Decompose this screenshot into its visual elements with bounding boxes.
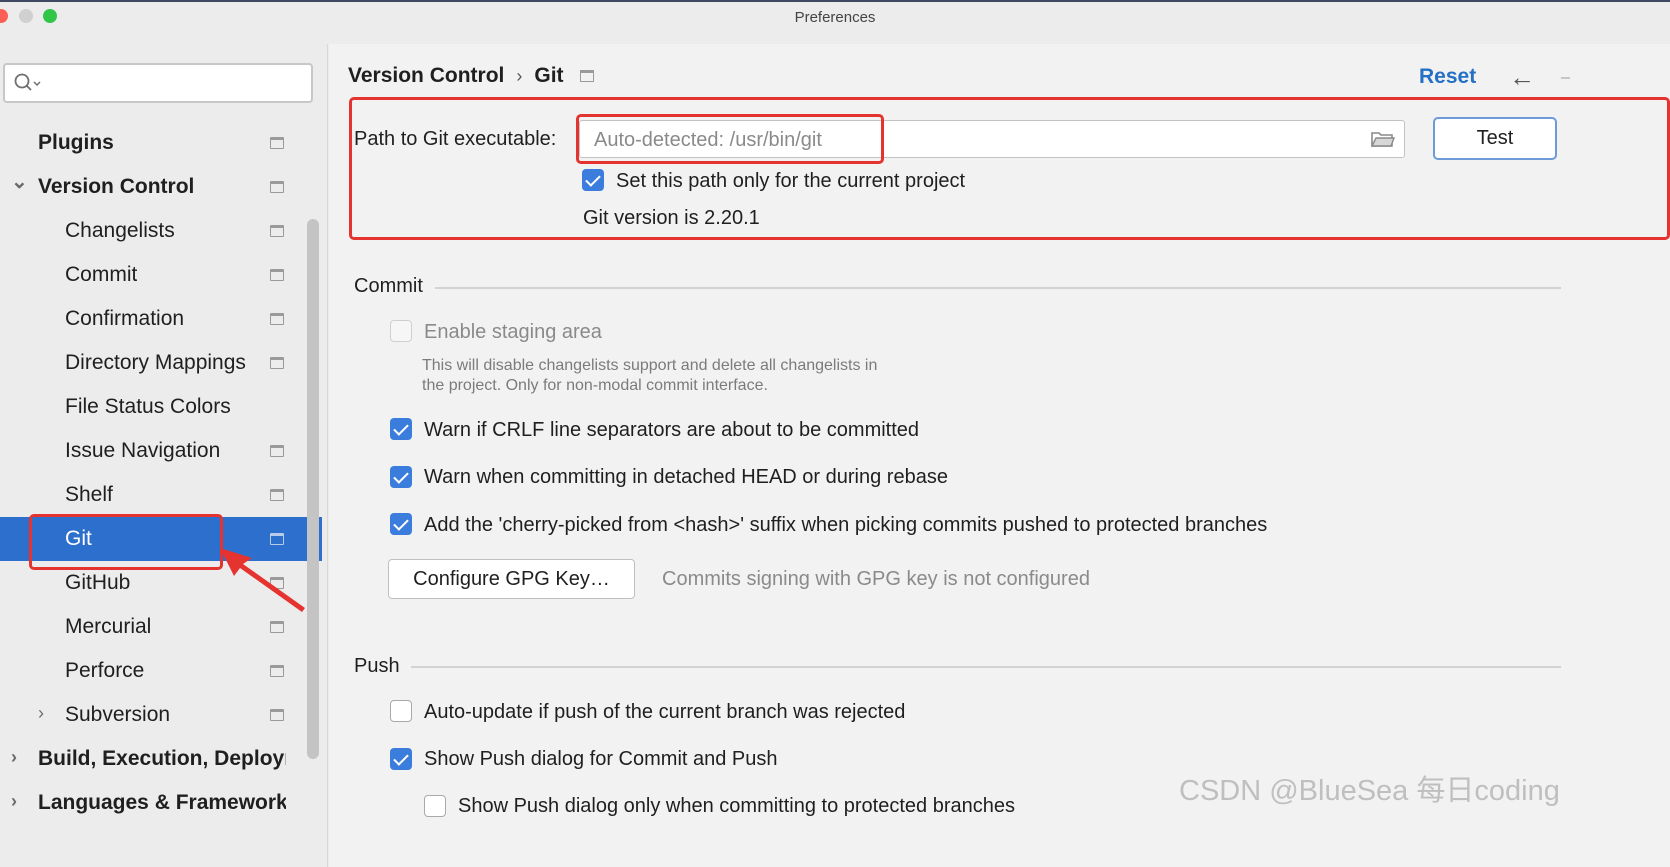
search-icon	[14, 73, 41, 91]
project-level-icon	[270, 313, 284, 325]
project-level-icon	[270, 225, 284, 237]
sidebar-item-label: Subversion	[65, 703, 171, 726]
sidebar-item-issue-navigation[interactable]: Issue Navigation	[0, 429, 322, 473]
sidebar-item-label: Git	[65, 527, 92, 550]
sidebar-item-languages-frameworks[interactable]: › Languages & Frameworks	[0, 781, 322, 825]
protected-only-label: Show Push dialog only when committing to…	[458, 795, 1015, 817]
sidebar-item-directory-mappings[interactable]: Directory Mappings	[0, 341, 322, 385]
folder-icon[interactable]	[1371, 130, 1395, 148]
breadcrumb-separator: ›	[516, 65, 523, 86]
show-push-dialog-label: Show Push dialog for Commit and Push	[424, 748, 778, 770]
forward-arrow-icon[interactable]: →	[1556, 61, 1570, 89]
staging-area-help-line-1: This will disable changelists support an…	[422, 357, 878, 374]
current-project-checkbox[interactable]	[582, 169, 604, 191]
sidebar-item-label: Version Control	[38, 175, 195, 198]
git-version-text: Git version is 2.20.1	[583, 207, 760, 229]
staging-area-help-line-2: the project. Only for non-modal commit i…	[422, 377, 768, 394]
sidebar-item-label: Shelf	[65, 483, 113, 506]
protected-only-checkbox[interactable]	[424, 795, 446, 817]
chevron-right-icon[interactable]: ›	[38, 703, 44, 724]
project-level-icon	[270, 445, 284, 457]
project-level-icon	[270, 709, 284, 721]
reset-link[interactable]: Reset	[1419, 65, 1476, 89]
project-level-icon	[270, 489, 284, 501]
sidebar-item-label: Changelists	[65, 219, 175, 242]
settings-content: Version Control › Git Reset ← → Path to …	[329, 44, 1670, 867]
git-path-input[interactable]: Auto-detected: /usr/bin/git	[579, 120, 1405, 158]
project-level-icon	[270, 269, 284, 281]
sidebar-item-plugins[interactable]: Plugins	[0, 121, 322, 165]
sidebar-scrollbar[interactable]	[307, 219, 319, 759]
project-level-icon	[579, 70, 594, 82]
sidebar-item-label: Build, Execution, Deploym	[38, 747, 286, 770]
sidebar-item-label: Confirmation	[65, 307, 185, 330]
chevron-right-icon[interactable]: ›	[11, 791, 17, 812]
commit-section-title: Commit	[354, 275, 423, 297]
push-section-title: Push	[354, 655, 400, 677]
auto-update-checkbox[interactable]	[390, 700, 412, 722]
test-button[interactable]: Test	[1433, 117, 1557, 160]
settings-sidebar: Plugins ⌄ Version Control Changelists Commit…	[0, 44, 328, 867]
sidebar-item-label: Issue Navigation	[65, 439, 221, 462]
sidebar-item-label: Languages & Frameworks	[38, 791, 286, 814]
auto-update-label: Auto-update if push of the current branc…	[424, 701, 906, 723]
sidebar-item-perforce[interactable]: Perforce	[0, 649, 322, 693]
project-level-icon	[270, 137, 284, 149]
project-level-icon	[270, 357, 284, 369]
sidebar-item-changelists[interactable]: Changelists	[0, 209, 322, 253]
git-path-label: Path to Git executable:	[354, 128, 557, 150]
commit-section-divider	[435, 287, 1561, 289]
configure-gpg-key-button[interactable]: Configure GPG Key…	[388, 559, 635, 599]
current-project-label: Set this path only for the current proje…	[616, 170, 966, 192]
sidebar-item-label: GitHub	[65, 571, 131, 594]
crlf-warning-checkbox[interactable]	[390, 418, 412, 440]
chevron-right-icon[interactable]: ›	[11, 747, 17, 768]
sidebar-item-label: Commit	[65, 263, 138, 286]
detached-head-warning-checkbox[interactable]	[390, 466, 412, 488]
project-level-icon	[270, 621, 284, 633]
push-section-divider	[411, 666, 1561, 668]
settings-search-input[interactable]	[3, 63, 313, 103]
gpg-status-text: Commits signing with GPG key is not conf…	[662, 568, 1090, 590]
sidebar-item-subversion[interactable]: › Subversion	[0, 693, 322, 737]
sidebar-item-label: File Status Colors	[65, 395, 231, 418]
staging-area-checkbox[interactable]	[390, 320, 412, 342]
title-bar: Preferences	[0, 0, 1670, 32]
sidebar-item-confirmation[interactable]: Confirmation	[0, 297, 322, 341]
sidebar-item-label: Mercurial	[65, 615, 152, 638]
back-arrow-icon[interactable]: ←	[1509, 62, 1535, 93]
crlf-warning-label: Warn if CRLF line separators are about t…	[424, 419, 920, 441]
window-title: Preferences	[794, 9, 876, 26]
sidebar-item-label: Perforce	[65, 659, 145, 682]
cherry-pick-suffix-label: Add the 'cherry-picked from <hash>' suff…	[424, 514, 1268, 536]
sidebar-item-version-control[interactable]: ⌄ Version Control	[0, 165, 322, 209]
breadcrumb: Version Control › Git	[348, 64, 594, 88]
project-level-icon	[270, 181, 284, 193]
sidebar-item-commit[interactable]: Commit	[0, 253, 322, 297]
sidebar-item-build-execution-deploym[interactable]: › Build, Execution, Deploym	[0, 737, 322, 781]
show-push-dialog-checkbox[interactable]	[390, 748, 412, 770]
staging-area-label: Enable staging area	[424, 321, 602, 343]
project-level-icon	[270, 665, 284, 677]
chevron-down-icon[interactable]: ⌄	[11, 169, 28, 194]
breadcrumb-item-version-control[interactable]: Version Control	[348, 64, 504, 88]
sidebar-item-label: Directory Mappings	[65, 351, 246, 374]
annotation-arrow-icon	[220, 548, 305, 612]
cherry-pick-suffix-checkbox[interactable]	[390, 513, 412, 535]
breadcrumb-item-git: Git	[534, 64, 564, 87]
sidebar-item-file-status-colors[interactable]: File Status Colors	[0, 385, 322, 429]
sidebar-item-label: Plugins	[38, 131, 114, 154]
sidebar-item-shelf[interactable]: Shelf	[0, 473, 322, 517]
csdn-watermark: CSDN @BlueSea 每日coding	[1179, 775, 1560, 807]
detached-head-warning-label: Warn when committing in detached HEAD or…	[424, 466, 948, 488]
